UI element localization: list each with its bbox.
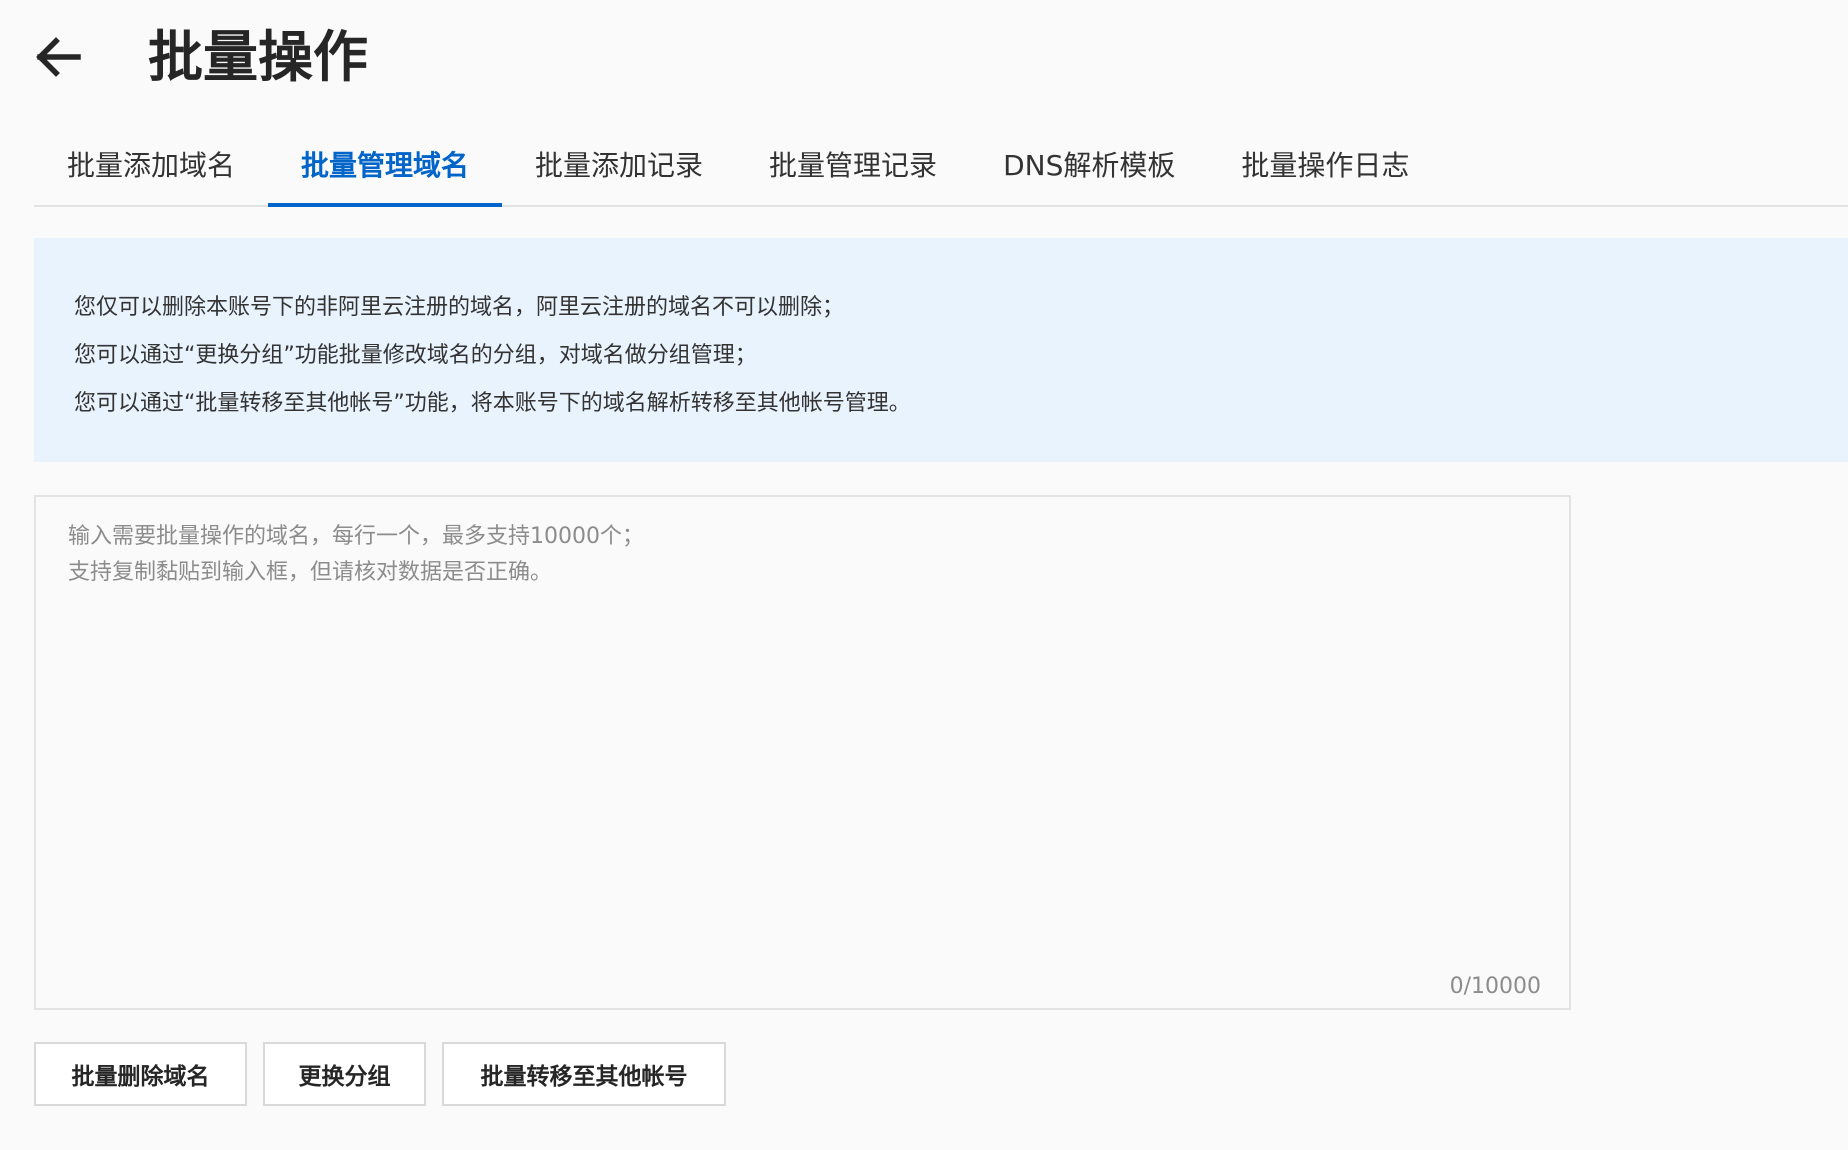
transfer-account-button[interactable]: 批量转移至其他帐号 bbox=[442, 1042, 726, 1106]
tab-dns-template[interactable]: DNS解析模板 bbox=[970, 130, 1208, 205]
tab-operation-log[interactable]: 批量操作日志 bbox=[1208, 130, 1442, 205]
notice-line: 您可以通过“更换分组”功能批量修改域名的分组，对域名做分组管理； bbox=[74, 343, 757, 368]
notice-line: 您可以通过“批量转移至其他帐号”功能，将本账号下的域名解析转移至其他帐号管理。 bbox=[74, 391, 911, 416]
tab-batch-manage-record[interactable]: 批量管理记录 bbox=[736, 130, 970, 205]
page-header: 批量操作 bbox=[34, 22, 368, 92]
action-bar: 批量删除域名 更换分组 批量转移至其他帐号 bbox=[34, 1042, 742, 1106]
batch-delete-domain-button[interactable]: 批量删除域名 bbox=[34, 1042, 247, 1106]
notice-line: 您仅可以删除本账号下的非阿里云注册的域名，阿里云注册的域名不可以删除； bbox=[74, 295, 845, 320]
arrow-left-icon bbox=[36, 37, 81, 77]
domain-input-box: 0/10000 bbox=[34, 495, 1571, 1010]
domain-textarea[interactable] bbox=[36, 497, 1569, 1008]
tab-batch-add-domain[interactable]: 批量添加域名 bbox=[34, 130, 268, 205]
char-counter: 0/10000 bbox=[1449, 974, 1541, 999]
tab-bar: 批量添加域名 批量管理域名 批量添加记录 批量管理记录 DNS解析模板 批量操作… bbox=[34, 130, 1848, 207]
info-notice: 您仅可以删除本账号下的非阿里云注册的域名，阿里云注册的域名不可以删除； 您可以通… bbox=[34, 238, 1848, 462]
page-title: 批量操作 bbox=[148, 25, 369, 89]
change-group-button[interactable]: 更换分组 bbox=[263, 1042, 426, 1106]
tab-batch-manage-domain[interactable]: 批量管理域名 bbox=[268, 130, 503, 207]
tab-batch-add-record[interactable]: 批量添加记录 bbox=[502, 130, 736, 205]
back-button[interactable] bbox=[34, 31, 86, 83]
